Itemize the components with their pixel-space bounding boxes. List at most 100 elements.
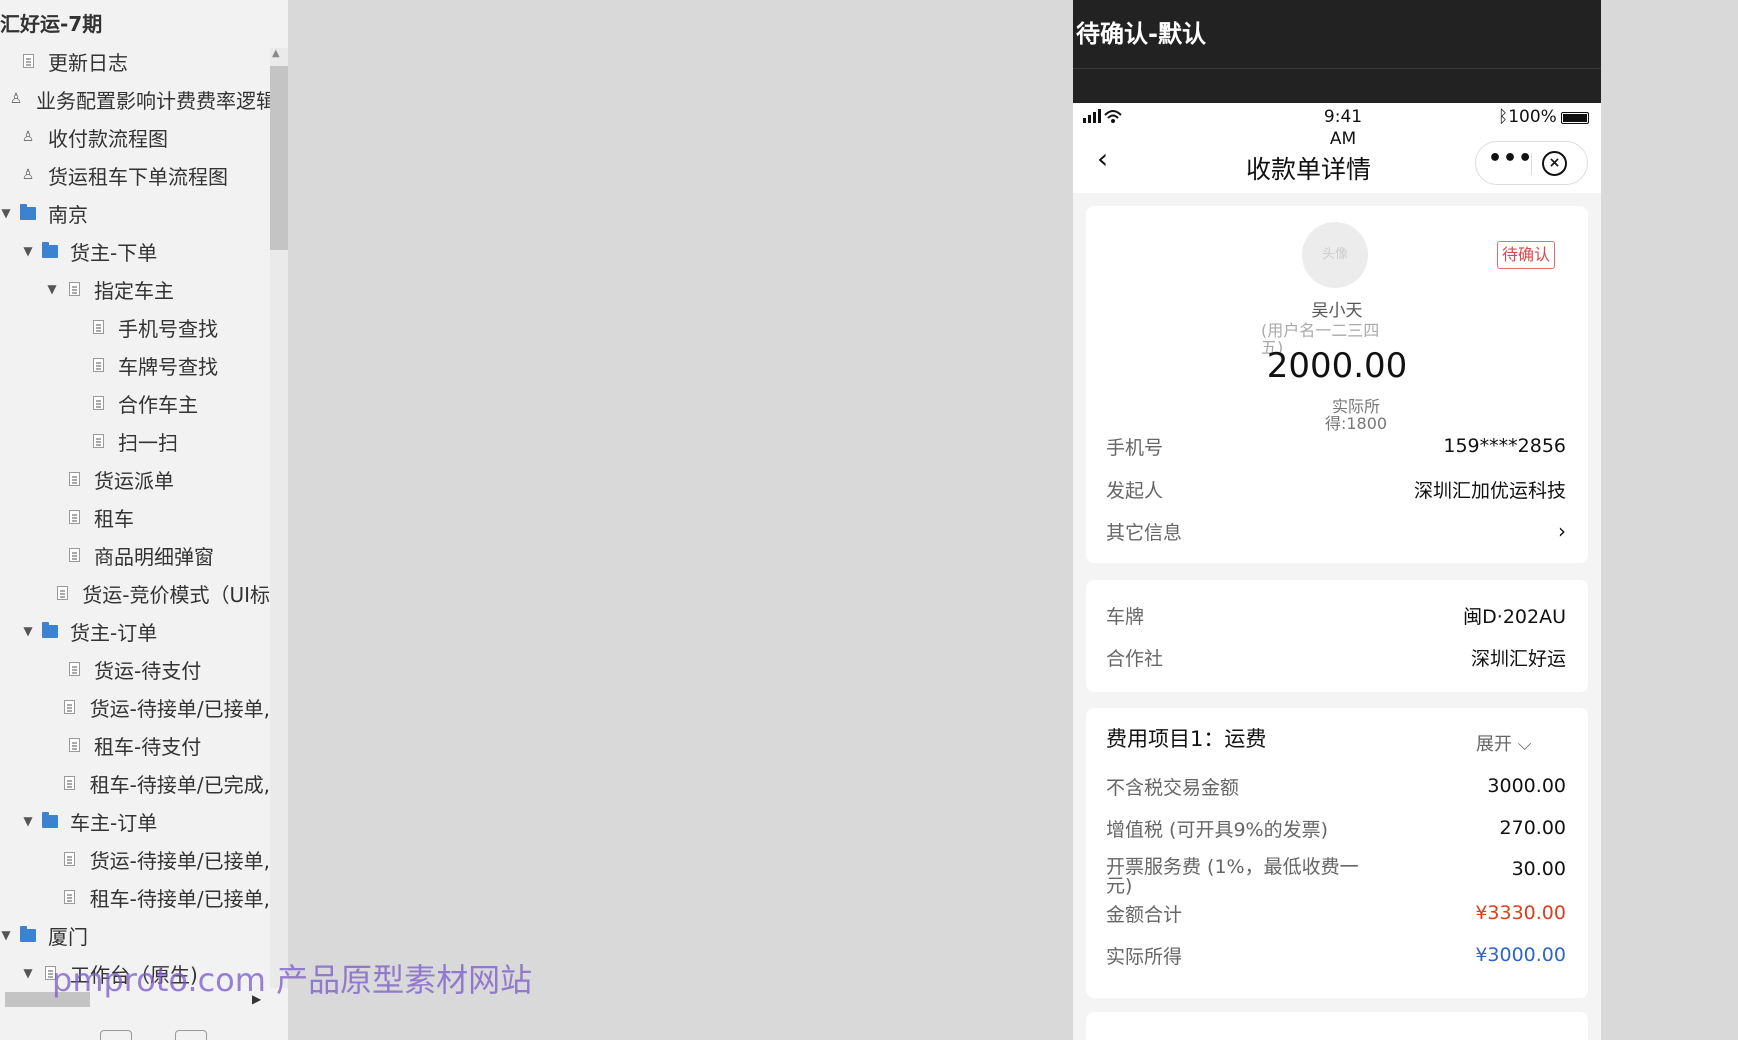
page-icon <box>62 774 78 792</box>
sidebar-item[interactable]: 合作车主 <box>0 384 270 422</box>
sidebar-item[interactable]: ♙ 货运租车下单流程图 <box>0 156 270 194</box>
info-row-cooperative: 合作社 深圳汇好运 <box>1106 642 1566 672</box>
row-label: 其它信息 <box>1106 521 1183 544</box>
sidebar-item-label: 货主-下单 <box>70 240 158 265</box>
info-row-plate: 车牌 闽D·202AU <box>1106 600 1566 630</box>
fee-card: 费用项目1：运费 展开 ⌵ 不含税交易金额 3000.00 增值税 (可开具9%… <box>1086 708 1588 998</box>
fee-row-actual: 实际所得 ¥3000.00 <box>1106 940 1566 970</box>
sidebar-item[interactable]: 货运派单 <box>0 460 270 498</box>
panel-header: 待确认-默认 <box>1073 0 1601 103</box>
sidebar: 汇好运-7期 更新日志 ♙ 业务配置影响计费费率逻辑 ♙ 收付款流程图 ♙ 货运租车下单流程… <box>0 0 288 1040</box>
sidebar-item[interactable]: 货运-竞价模式（UI标 <box>0 574 270 612</box>
page-icon <box>66 508 82 526</box>
sidebar-item[interactable]: 租车-待支付 <box>0 726 270 764</box>
chevron-right-icon[interactable]: › <box>1558 519 1566 543</box>
amount: 2000.00 <box>1266 346 1408 386</box>
divider <box>1073 68 1601 69</box>
row-value: 闽D·202AU <box>1463 605 1566 628</box>
page-icon <box>66 280 82 298</box>
sidebar-item[interactable]: 更新日志 <box>0 42 270 80</box>
info-row-other[interactable]: 其它信息 › <box>1106 516 1566 546</box>
avatar: 头像 <box>1302 222 1368 288</box>
scroll-up-icon[interactable]: ▲ <box>272 48 280 59</box>
sidebar-item[interactable]: ▼ 指定车主 <box>0 270 270 308</box>
sidebar-item-label: 厦门 <box>48 924 88 949</box>
sidebar-item[interactable]: ▼ 厦门 <box>0 916 270 954</box>
row-label: 实际所得 <box>1106 945 1183 968</box>
row-value: 深圳汇好运 <box>1470 647 1566 670</box>
row-label: 合作社 <box>1106 647 1164 670</box>
expand-arrow-icon[interactable]: ▼ <box>22 244 34 258</box>
flowchart-icon: ♙ <box>21 167 35 183</box>
flowchart-icon: ♙ <box>9 91 23 107</box>
page-icon <box>62 888 78 906</box>
page-icon <box>20 52 36 70</box>
sidebar-item[interactable]: 租车-待接单/已完成, <box>0 764 270 802</box>
page-title: 收款单详情 <box>1246 155 1372 184</box>
sidebar-item-label: 商品明细弹窗 <box>94 544 214 569</box>
payee-card: 头像 待确认 吴小天 (用户名一二三四五) 2000.00 实际所得:1800 … <box>1086 206 1588 563</box>
sidebar-item[interactable]: 货运-待接单/已接单, <box>0 840 270 878</box>
next-page-button[interactable] <box>175 1030 207 1040</box>
expand-arrow-icon[interactable]: ▼ <box>22 624 34 638</box>
fee-row: 不含税交易金额 3000.00 <box>1106 771 1566 801</box>
sidebar-item[interactable]: 租车-待接单/已接单, <box>0 878 270 916</box>
sidebar-item-label: 南京 <box>48 202 88 227</box>
page-tree: 更新日志 ♙ 业务配置影响计费费率逻辑 ♙ 收付款流程图 ♙ 货运租车下单流程图 ▼ 南京 ▼ 货主… <box>0 42 270 992</box>
sidebar-item[interactable]: 货运-待接单/已接单, <box>0 688 270 726</box>
row-value: 159****2856 <box>1443 435 1566 457</box>
sidebar-item[interactable]: 商品明细弹窗 <box>0 536 270 574</box>
row-value: 30.00 <box>1511 858 1566 880</box>
sidebar-item-label: 货主-订单 <box>70 620 158 645</box>
row-value: 3000.00 <box>1487 775 1566 797</box>
close-icon[interactable]: × <box>1542 151 1567 176</box>
sidebar-item[interactable]: 租车 <box>0 498 270 536</box>
sidebar-item[interactable]: 扫一扫 <box>0 422 270 460</box>
battery-percent: ᛒ100% <box>1498 107 1557 127</box>
sidebar-item-label: 货运-待接单/已接单, <box>89 848 270 873</box>
page-icon <box>66 546 82 564</box>
panel-title: 待确认-默认 <box>1076 20 1206 48</box>
sidebar-item[interactable]: ♙ 收付款流程图 <box>0 118 270 156</box>
row-value: ¥3330.00 <box>1475 902 1566 924</box>
page-icon <box>66 660 82 678</box>
sidebar-item-label: 货运-待接单/已接单, <box>89 696 270 721</box>
page-icon <box>54 584 70 602</box>
row-value: 270.00 <box>1499 817 1566 839</box>
sidebar-item[interactable]: 手机号查找 <box>0 308 270 346</box>
page-icon <box>90 318 106 336</box>
page-icon <box>66 470 82 488</box>
watermark: pmproto.com 产品原型素材网站 <box>52 961 533 999</box>
expand-arrow-icon[interactable]: ▼ <box>22 966 34 980</box>
battery-icon <box>1561 112 1589 124</box>
back-icon[interactable]: ‹ <box>1097 144 1108 174</box>
row-label: 发起人 <box>1106 479 1164 502</box>
expand-arrow-icon[interactable]: ▼ <box>46 282 58 296</box>
bluetooth-icon: ᛒ <box>1498 107 1509 127</box>
vehicle-card: 车牌 闽D·202AU 合作社 深圳汇好运 <box>1086 580 1588 692</box>
sidebar-item[interactable]: ▼ 货主-订单 <box>0 612 270 650</box>
sidebar-scrollbar-thumb[interactable] <box>270 66 288 250</box>
project-title: 汇好运-7期 <box>0 12 103 36</box>
page-icon <box>62 850 78 868</box>
sidebar-item-label: 更新日志 <box>48 50 128 75</box>
expand-button[interactable]: 展开 ⌵ <box>1476 730 1531 756</box>
expand-arrow-icon[interactable]: ▼ <box>0 206 12 220</box>
sidebar-item-label: 租车-待支付 <box>94 734 202 759</box>
expand-arrow-icon[interactable]: ▼ <box>22 814 34 828</box>
folder-icon <box>42 811 58 830</box>
sidebar-item-label: 货运-竞价模式（UI标 <box>82 582 270 607</box>
more-icon[interactable]: ••• <box>1488 146 1532 171</box>
row-value: 深圳汇加优运科技 <box>1413 479 1566 502</box>
sidebar-item[interactable]: ▼ 货主-下单 <box>0 232 270 270</box>
folder-icon <box>20 925 36 944</box>
sidebar-item-label: 收付款流程图 <box>48 126 168 151</box>
prev-page-button[interactable] <box>100 1030 132 1040</box>
sidebar-item-label: 租车-待接单/已接单, <box>89 886 270 911</box>
sidebar-item[interactable]: 车牌号查找 <box>0 346 270 384</box>
sidebar-item[interactable]: ▼ 南京 <box>0 194 270 232</box>
sidebar-item[interactable]: ▼ 车主-订单 <box>0 802 270 840</box>
expand-arrow-icon[interactable]: ▼ <box>0 928 12 942</box>
sidebar-item[interactable]: 货运-待支付 <box>0 650 270 688</box>
sidebar-item[interactable]: ♙ 业务配置影响计费费率逻辑 <box>0 80 270 118</box>
